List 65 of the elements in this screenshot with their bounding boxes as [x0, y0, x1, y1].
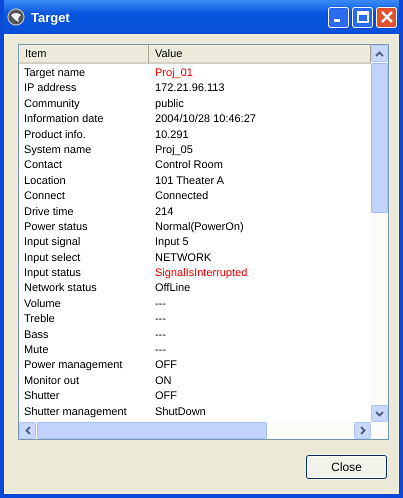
table-cell-text: Proj_05 — [154, 142, 193, 158]
scroll-thumb[interactable] — [37, 422, 267, 439]
table-cell-text: 172.21.96.113 — [154, 81, 225, 96]
vertical-scrollbar[interactable] — [371, 45, 388, 422]
table-cell-text: OFF — [154, 389, 177, 404]
maximize-button[interactable] — [352, 6, 373, 28]
table-cell-text: Target name — [23, 66, 86, 81]
table-cell-text: Power status — [23, 220, 89, 235]
table-cell-text: Drive time — [23, 204, 75, 220]
table-cell-text: 10.291 — [154, 128, 189, 143]
globe-icon — [7, 8, 25, 26]
table-cell-text: ShutDown — [154, 404, 206, 420]
scroll-right-button[interactable] — [354, 422, 371, 439]
table-cell-text: ON — [154, 374, 172, 389]
table-cell-text: 101 Theater A — [154, 174, 224, 189]
table-cell-text: --- — [154, 312, 166, 328]
scroll-up-button[interactable] — [371, 45, 388, 62]
table-cell-text: Information date — [23, 112, 104, 128]
table-cell-text: Input status — [23, 266, 82, 282]
minimize-button[interactable] — [328, 6, 349, 28]
table-cell-text: Input select — [23, 250, 82, 266]
table-cell-text: Bass — [23, 328, 50, 343]
scroll-down-button[interactable] — [371, 405, 388, 422]
table-cell-text: Monitor out — [23, 374, 80, 389]
table-cell-text: Input 5 — [154, 235, 189, 250]
close-icon — [380, 11, 392, 23]
table-cell-text: --- — [154, 343, 166, 358]
scroll-thumb[interactable] — [371, 63, 388, 213]
table-cell-text: Input signal — [23, 235, 82, 250]
table-cell-text: Shutter — [23, 389, 60, 404]
table-cell-text: Shutter management — [23, 404, 128, 420]
table-cell-text: Treble — [23, 312, 56, 328]
table-cell-text: System name — [23, 142, 92, 158]
table-cell-text: OFF — [154, 358, 177, 374]
table-cell-text: Location — [23, 174, 67, 189]
table-cell-text: Network status — [23, 281, 98, 296]
table-cell-text: Connect — [23, 189, 66, 204]
table-cell-text: Community — [23, 96, 81, 112]
table-cell-text: Connected — [154, 189, 208, 204]
table-cell-text: SignalIsInterrupted — [154, 266, 248, 282]
column-header[interactable]: Value — [149, 45, 371, 64]
table-cell-text: Control Room — [154, 158, 223, 174]
scroll-left-button[interactable] — [19, 422, 36, 439]
table-cell-text: OffLine — [154, 281, 190, 296]
table-cell-text: IP address — [23, 81, 78, 96]
table-cell-text: 2004/10/28 10:46:27 — [154, 112, 256, 128]
table-cell-text: NETWORK — [154, 250, 212, 266]
table-cell-text: Contact — [23, 158, 63, 174]
window-title: Target — [31, 10, 71, 24]
table-cell-text: Product info. — [23, 128, 87, 143]
table-cell-text: Mute — [23, 343, 50, 358]
table-cell-text: Power management — [23, 358, 124, 374]
table-cell-text: public — [154, 96, 184, 112]
table-cell-text: 214 — [154, 204, 174, 220]
table-cell-text: Volume — [23, 296, 62, 312]
table-cell-text: --- — [154, 296, 166, 312]
close-button[interactable] — [376, 6, 397, 28]
table-cell-text: --- — [154, 328, 166, 343]
close-dialog-button[interactable]: Close — [306, 455, 387, 479]
column-header[interactable]: Item — [19, 45, 149, 64]
horizontal-scrollbar[interactable] — [19, 422, 388, 439]
table-cell-text: Proj_01 — [154, 66, 193, 81]
maximize-icon — [356, 11, 368, 23]
minimize-icon — [334, 19, 340, 22]
table-cell-text: Normal(PowerOn) — [154, 220, 244, 235]
